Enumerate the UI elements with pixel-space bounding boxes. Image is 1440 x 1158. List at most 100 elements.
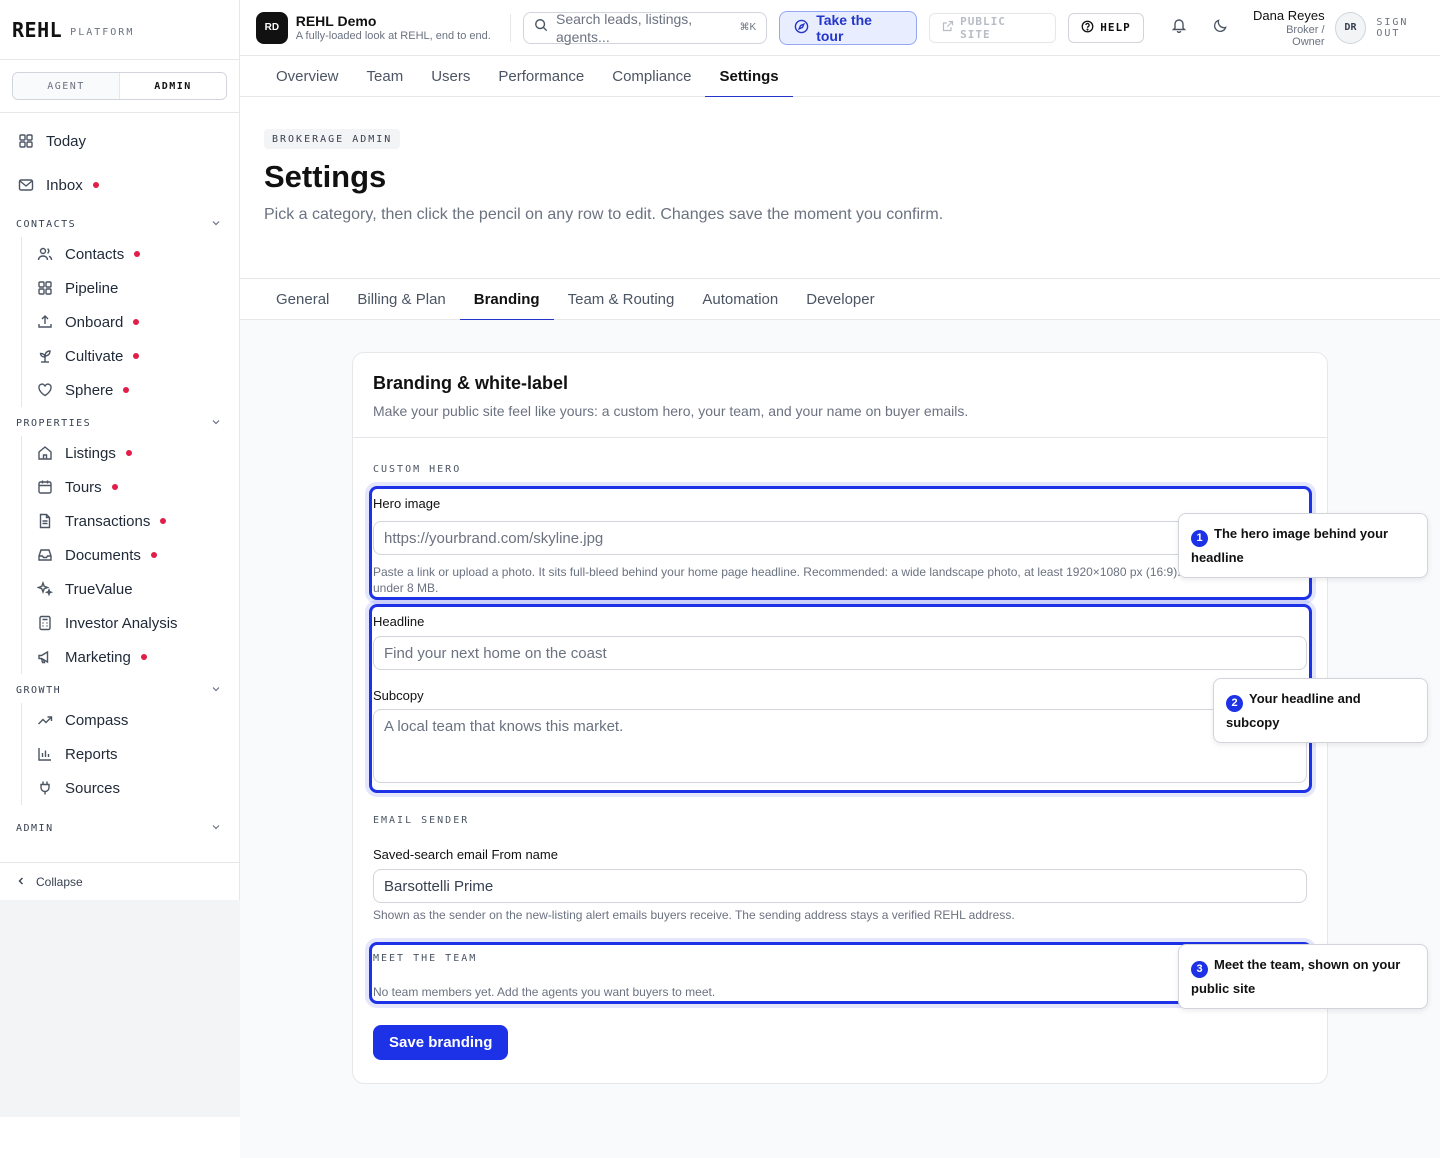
page-header: BROKERAGE ADMIN Settings Pick a category… bbox=[240, 97, 1440, 279]
sidebar-item-onboard[interactable]: Onboard bbox=[37, 305, 239, 339]
custom-hero-section-label: CUSTOM HERO bbox=[373, 464, 462, 475]
users-icon bbox=[37, 246, 53, 262]
section-header-growth[interactable]: GROWTH bbox=[0, 677, 239, 703]
sidebar-item-label: Contacts bbox=[65, 245, 125, 263]
tour-tip-3[interactable]: 3 Meet the team, shown on your public sit… bbox=[1178, 944, 1428, 1009]
section-label: ADMIN bbox=[16, 822, 54, 834]
from-name-input[interactable]: Barsottelli Prime bbox=[373, 869, 1307, 903]
tab-compliance[interactable]: Compliance bbox=[598, 56, 705, 97]
sidebar-item-listings[interactable]: Listings bbox=[37, 436, 239, 470]
sidebar-item-inbox[interactable]: Inbox bbox=[0, 163, 239, 207]
avatar[interactable]: DR bbox=[1334, 11, 1367, 44]
tab-branding[interactable]: Branding bbox=[459, 279, 554, 321]
take-tour-button[interactable]: Take the tour bbox=[779, 10, 918, 45]
notifications-button[interactable] bbox=[1164, 13, 1194, 43]
tab-team-routing[interactable]: Team & Routing bbox=[554, 279, 689, 320]
sidebar-item-reports[interactable]: Reports bbox=[37, 737, 239, 771]
tab-automation[interactable]: Automation bbox=[688, 279, 792, 320]
subcopy-label: Subcopy bbox=[373, 688, 424, 703]
mode-agent-button[interactable]: AGENT bbox=[13, 73, 119, 99]
meet-team-empty-state: No team members yet. Add the agents you … bbox=[373, 985, 716, 999]
subcopy-textarea[interactable]: A local team that knows this market. bbox=[373, 709, 1307, 783]
tab-billing-plan[interactable]: Billing & Plan bbox=[343, 279, 459, 320]
notification-dot bbox=[125, 450, 132, 456]
sidebar-item-sphere[interactable]: Sphere bbox=[37, 373, 239, 407]
tab-overview[interactable]: Overview bbox=[262, 56, 353, 97]
sidebar-item-cultivate[interactable]: Cultivate bbox=[37, 339, 239, 373]
plug-icon bbox=[37, 780, 53, 796]
from-name-hint: Shown as the sender on the new-listing a… bbox=[373, 908, 1015, 922]
collapse-sidebar-button[interactable]: Collapse bbox=[0, 862, 239, 900]
notification-dot bbox=[150, 552, 157, 558]
chevron-down-icon bbox=[211, 218, 221, 231]
section-label: PROPERTIES bbox=[16, 417, 92, 429]
help-button[interactable]: HELP bbox=[1068, 12, 1144, 43]
user-menu[interactable]: Dana Reyes Broker / Owner bbox=[1251, 8, 1325, 48]
sidebar-item-tours[interactable]: Tours bbox=[37, 470, 239, 504]
chevron-down-icon bbox=[211, 417, 221, 430]
mode-admin-button[interactable]: ADMIN bbox=[119, 73, 226, 99]
tour-tip-1[interactable]: 1 The hero image behind your headline bbox=[1178, 513, 1428, 578]
tab-settings[interactable]: Settings bbox=[705, 56, 793, 98]
save-branding-button[interactable]: Save branding bbox=[373, 1025, 509, 1060]
grid-icon bbox=[18, 133, 34, 149]
headline-input[interactable]: Find your next home on the coast bbox=[373, 636, 1307, 670]
sidebar-item-documents[interactable]: Documents bbox=[37, 538, 239, 572]
sidebar-item-investor-analysis[interactable]: Investor Analysis bbox=[37, 606, 239, 640]
section-header-properties[interactable]: PROPERTIES bbox=[0, 410, 239, 436]
tab-general[interactable]: General bbox=[262, 279, 343, 320]
hero-image-label: Hero image bbox=[373, 496, 441, 511]
compass-icon bbox=[794, 19, 809, 37]
sidebar-item-label: Pipeline bbox=[65, 279, 119, 297]
meet-team-section-label: MEET THE TEAM bbox=[373, 953, 478, 964]
headline-placeholder: Find your next home on the coast bbox=[384, 644, 607, 662]
section-header-contacts[interactable]: CONTACTS bbox=[0, 211, 239, 237]
brand[interactable]: REHL PLATFORM bbox=[0, 0, 239, 60]
chevron-left-icon bbox=[16, 875, 26, 889]
sidebar-item-truevalue[interactable]: TrueValue bbox=[37, 572, 239, 606]
search-input[interactable]: Search leads, listings, agents... ⌘K bbox=[523, 11, 768, 45]
sidebar-backdrop bbox=[0, 900, 240, 1117]
upload-icon bbox=[37, 314, 53, 330]
sidebar-item-today[interactable]: Today bbox=[0, 119, 239, 163]
sidebar-item-contacts[interactable]: Contacts bbox=[37, 237, 239, 271]
workspace-subtitle: A fully-loaded look at REHL, end to end. bbox=[295, 30, 491, 42]
sidebar-item-label: Investor Analysis bbox=[65, 614, 178, 632]
workspace-switcher[interactable]: REHL Demo A fully-loaded look at REHL, e… bbox=[296, 13, 506, 42]
hero-image-placeholder: https://yourbrand.com/skyline.jpg bbox=[384, 529, 604, 547]
sidebar-item-compass[interactable]: Compass bbox=[37, 703, 239, 737]
email-sender-section-label: EMAIL SENDER bbox=[373, 815, 470, 826]
calendar-icon bbox=[37, 479, 53, 495]
tab-developer[interactable]: Developer bbox=[792, 279, 888, 320]
tab-team[interactable]: Team bbox=[353, 56, 418, 97]
hero-image-input[interactable]: https://yourbrand.com/skyline.jpg bbox=[373, 521, 1307, 555]
workspace-avatar[interactable]: RD bbox=[256, 11, 288, 44]
notification-dot bbox=[123, 387, 130, 393]
sidebar-item-sources[interactable]: Sources bbox=[37, 771, 239, 805]
tab-users[interactable]: Users bbox=[417, 56, 484, 97]
sign-out-button[interactable]: SIGN OUT bbox=[1376, 17, 1440, 39]
theme-toggle-button[interactable] bbox=[1205, 13, 1235, 43]
tour-step-number: 3 bbox=[1191, 961, 1208, 978]
sidebar-item-transactions[interactable]: Transactions bbox=[37, 504, 239, 538]
notification-dot bbox=[133, 353, 140, 359]
public-site-button[interactable]: PUBLIC SITE bbox=[929, 12, 1057, 43]
tour-tip-text: Meet the team, shown on your public site bbox=[1191, 957, 1401, 996]
inbox-tray-icon bbox=[37, 547, 53, 563]
sidebar-item-label: Today bbox=[46, 132, 87, 150]
brand-subtitle: PLATFORM bbox=[70, 26, 135, 38]
sprout-icon bbox=[37, 348, 53, 364]
heart-icon bbox=[37, 382, 53, 398]
sidebar-item-label: Tours bbox=[65, 478, 102, 496]
notification-dot bbox=[92, 182, 99, 188]
user-role: Broker / Owner bbox=[1286, 23, 1325, 48]
properties-group: Listings Tours Transactions Documents Tr… bbox=[21, 436, 239, 674]
help-label: HELP bbox=[1100, 21, 1131, 34]
sidebar-item-pipeline[interactable]: Pipeline bbox=[37, 271, 239, 305]
file-text-icon bbox=[37, 513, 53, 529]
section-header-admin[interactable]: ADMIN bbox=[0, 815, 239, 841]
card-header: Branding & white-label Make your public … bbox=[353, 353, 1327, 438]
sidebar-item-marketing[interactable]: Marketing bbox=[37, 640, 239, 674]
tour-tip-2[interactable]: 2 Your headline and subcopy bbox=[1213, 678, 1428, 743]
tab-performance[interactable]: Performance bbox=[484, 56, 598, 97]
